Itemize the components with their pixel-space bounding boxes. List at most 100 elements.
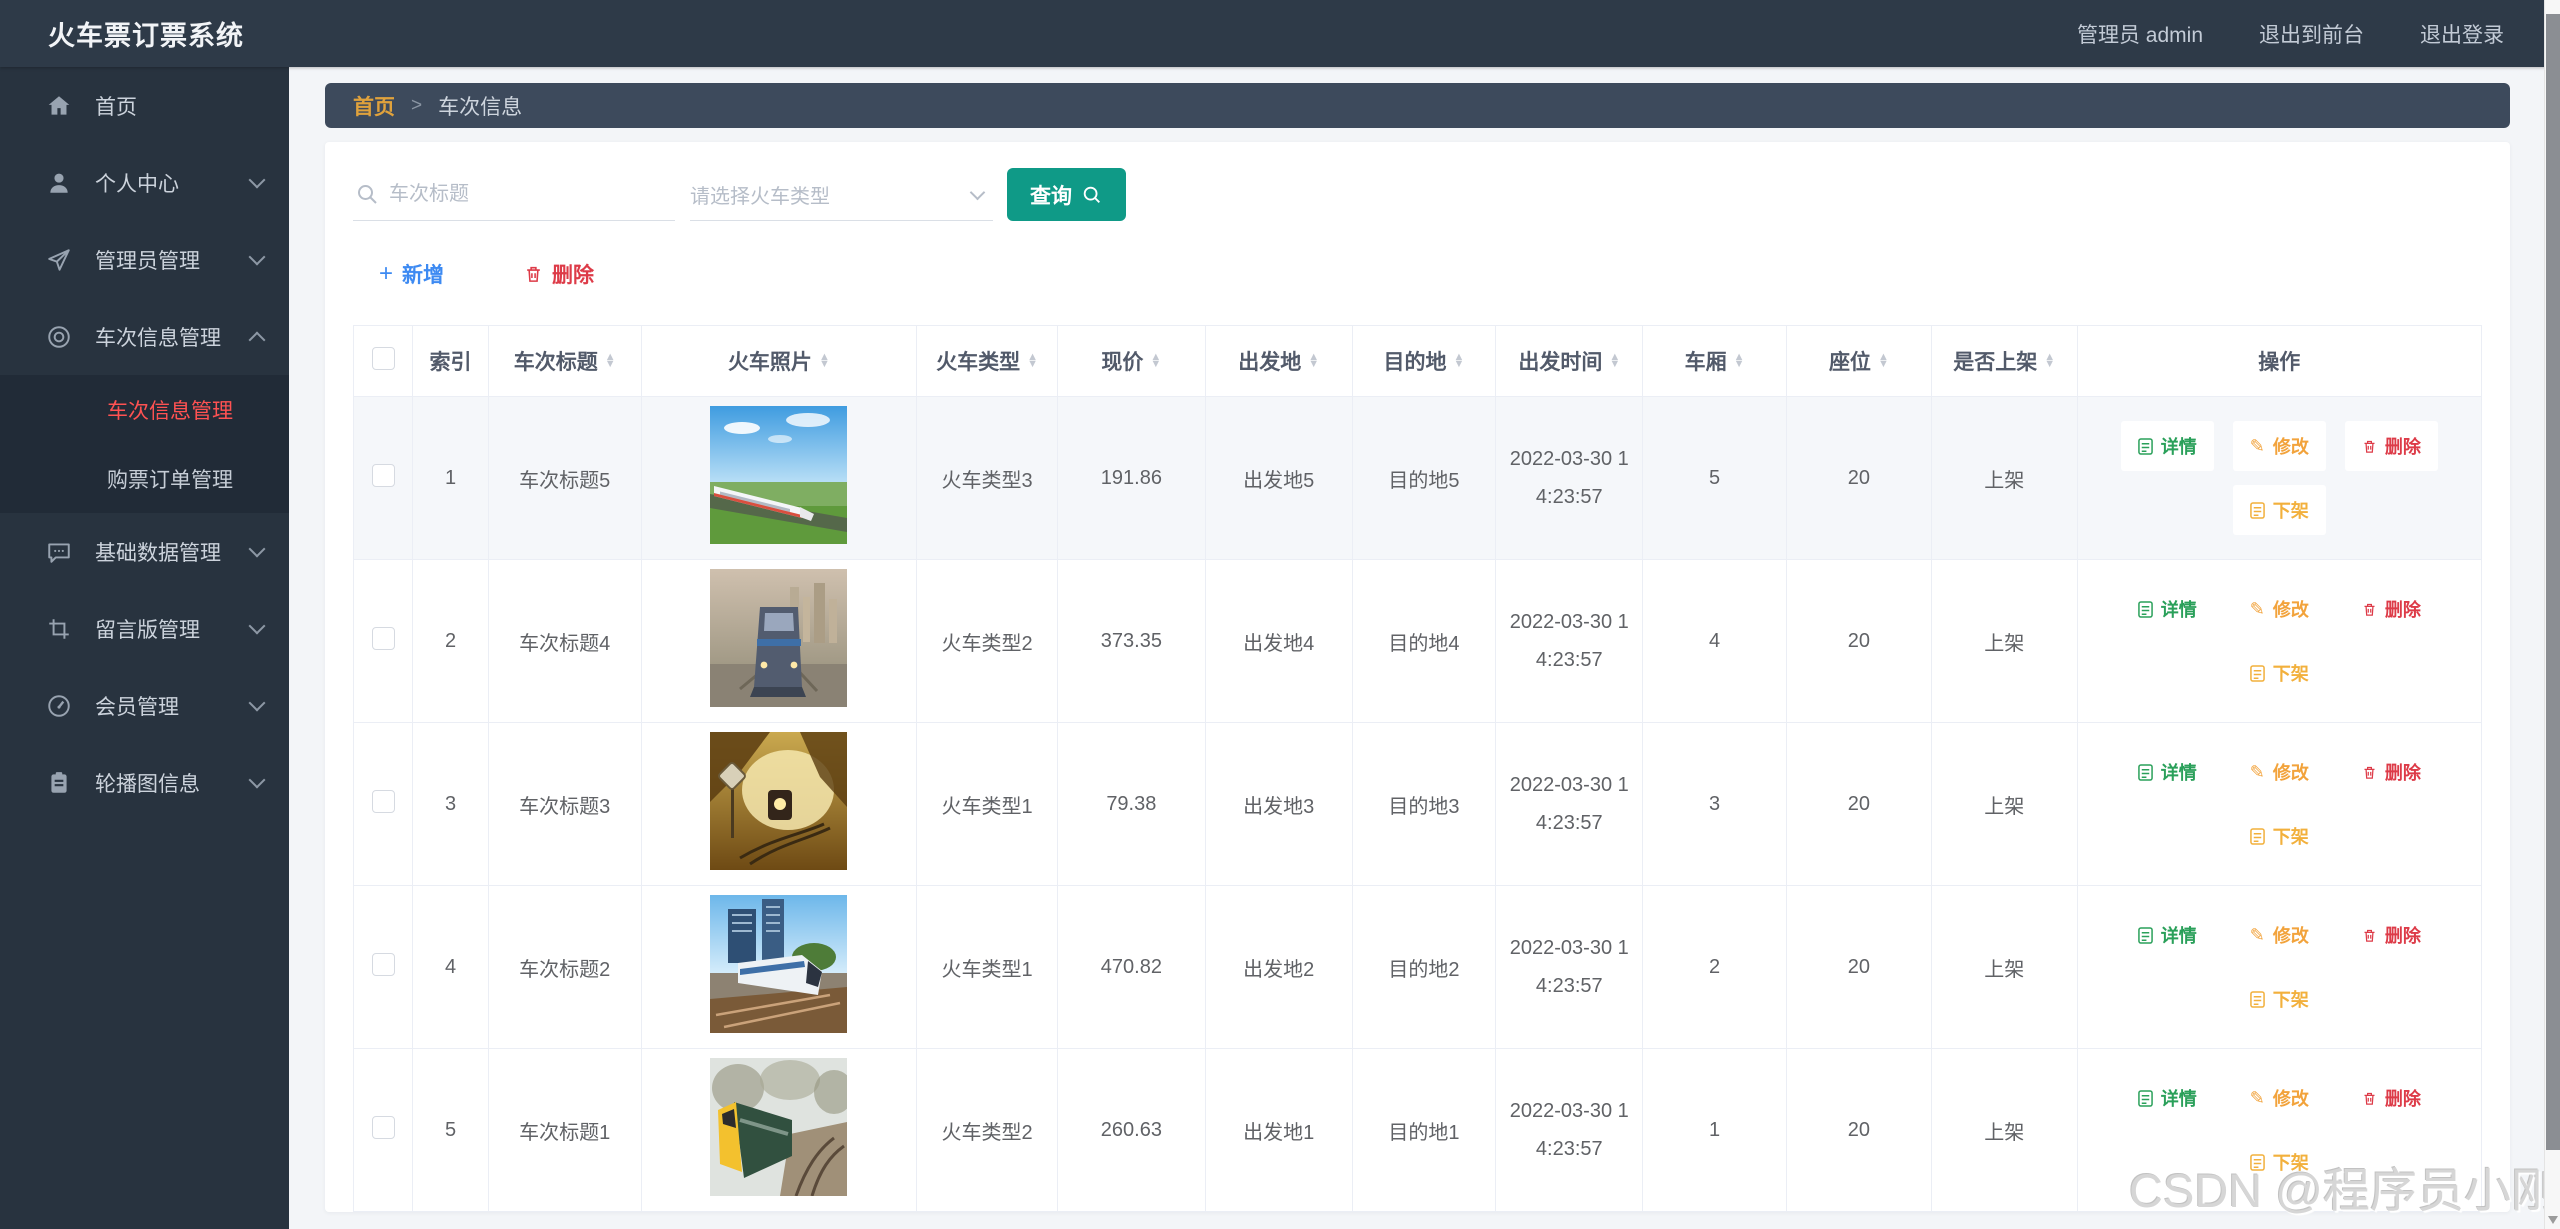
photo-cell <box>640 722 918 886</box>
photo-cell <box>640 885 918 1049</box>
sidebar-item-home[interactable]: 首页 <box>0 67 289 144</box>
row-delete-button[interactable]: 删除 <box>2344 584 2438 634</box>
column-header-price[interactable]: 现价 ▲ ▼ <box>1056 325 1206 397</box>
gauge-icon <box>45 692 73 720</box>
document-icon <box>2137 1089 2153 1107</box>
take-down-button[interactable]: 下架 <box>2232 485 2326 535</box>
query-button[interactable]: 查询 <box>1007 168 1126 221</box>
select-all-checkbox[interactable] <box>371 346 395 370</box>
time-cell: 2022-03-30 1 4:23:57 <box>1495 396 1644 560</box>
crop-icon <box>45 615 73 643</box>
edit-button[interactable]: ✎ 修改 <box>2232 584 2326 634</box>
sort-icon[interactable]: ▲ ▼ <box>1609 352 1620 370</box>
edit-button[interactable]: ✎ 修改 <box>2232 1073 2326 1123</box>
trash-icon <box>527 266 540 282</box>
take-down-button[interactable]: 下架 <box>2232 974 2326 1024</box>
detail-button[interactable]: 详情 <box>2120 584 2214 634</box>
row-checkbox[interactable] <box>371 789 395 813</box>
column-header-type[interactable]: 火车类型 ▲ ▼ <box>916 325 1058 397</box>
index-cell: 1 <box>412 396 489 560</box>
detail-button[interactable]: 详情 <box>2120 910 2214 960</box>
home-icon <box>45 92 73 120</box>
table-row: 4 车次标题2 火车类型1 470.82 出发地2 目的地2 2022-03-3… <box>352 885 2483 1049</box>
logout-link[interactable]: 退出登录 <box>2420 19 2504 49</box>
column-header-index[interactable]: 索引 <box>412 325 489 397</box>
take-down-button[interactable]: 下架 <box>2232 1137 2326 1187</box>
scrollbar-down-arrow-icon[interactable] <box>2548 1216 2558 1224</box>
photo-cell <box>640 559 918 723</box>
train-type-select[interactable]: 请选择火车类型 <box>690 168 993 221</box>
row-checkbox[interactable] <box>371 1115 395 1139</box>
sort-icon[interactable]: ▲ ▼ <box>605 352 616 370</box>
detail-button[interactable]: 详情 <box>2120 421 2214 471</box>
header-links: 管理员 admin 退出到前台 退出登录 <box>2077 19 2504 49</box>
sort-icon[interactable]: ▲ ▼ <box>1454 352 1465 370</box>
row-delete-button[interactable]: 删除 <box>2344 421 2438 471</box>
query-button-label: 查询 <box>1030 184 1072 208</box>
sidebar-item-label: 留言版管理 <box>95 618 200 642</box>
row-checkbox[interactable] <box>371 626 395 650</box>
to-cell: 目的地1 <box>1351 1048 1497 1212</box>
index-cell: 2 <box>412 559 489 723</box>
breadcrumb-home-link[interactable]: 首页 <box>353 91 395 121</box>
column-header-to[interactable]: 目的地 ▲ ▼ <box>1351 325 1497 397</box>
column-header-time[interactable]: 出发时间 ▲ ▼ <box>1495 325 1644 397</box>
sort-icon[interactable]: ▲ ▼ <box>819 352 830 370</box>
column-header-title[interactable]: 车次标题 ▲ ▼ <box>487 325 642 397</box>
sort-icon[interactable]: ▲ ▼ <box>1878 352 1889 370</box>
sidebar-submenu: 车次信息管理 购票订单管理 <box>0 375 289 513</box>
submenu-item-train-info-management[interactable]: 车次信息管理 <box>0 375 289 444</box>
edit-button[interactable]: ✎ 修改 <box>2232 910 2326 960</box>
sidebar-item-admin-management[interactable]: 管理员管理 <box>0 221 289 298</box>
add-button[interactable]: + 新增 <box>379 259 444 289</box>
sort-icon[interactable]: ▲ ▼ <box>1150 352 1161 370</box>
carriage-cell: 2 <box>1642 885 1787 1049</box>
sort-icon[interactable]: ▲ ▼ <box>1734 352 1745 370</box>
delete-button[interactable]: 删除 <box>524 259 594 289</box>
column-header-photo[interactable]: 火车照片 ▲ ▼ <box>640 325 918 397</box>
scrollbar-thumb[interactable] <box>2546 14 2560 1150</box>
breadcrumb-separator: > <box>411 94 423 116</box>
carriage-cell: 4 <box>1642 559 1787 723</box>
sidebar-item-base-data-management[interactable]: 基础数据管理 <box>0 513 289 590</box>
row-checkbox[interactable] <box>371 952 395 976</box>
app-title: 火车票订票系统 <box>48 21 244 51</box>
row-delete-button[interactable]: 删除 <box>2344 910 2438 960</box>
vertical-scrollbar[interactable] <box>2544 0 2560 1229</box>
comment-icon <box>45 538 73 566</box>
sort-icon[interactable]: ▲ ▼ <box>2044 352 2055 370</box>
train-photo <box>710 1058 855 1197</box>
sort-icon[interactable]: ▲ ▼ <box>1308 352 1319 370</box>
chevron-up-icon <box>248 331 266 349</box>
row-delete-button[interactable]: 删除 <box>2344 1073 2438 1123</box>
submenu-item-ticket-order-management[interactable]: 购票订单管理 <box>0 444 289 513</box>
take-down-button[interactable]: 下架 <box>2232 648 2326 698</box>
sidebar-item-personal-center[interactable]: 个人中心 <box>0 144 289 221</box>
price-cell: 191.86 <box>1056 396 1206 560</box>
detail-button[interactable]: 详情 <box>2120 747 2214 797</box>
sidebar-item-label: 轮播图信息 <box>95 772 200 796</box>
sidebar-item-label: 会员管理 <box>95 695 179 719</box>
column-header-status[interactable]: 是否上架 ▲ ▼ <box>1930 325 2078 397</box>
sidebar-item-message-board-management[interactable]: 留言版管理 <box>0 590 289 667</box>
add-button-label: 新增 <box>402 264 445 287</box>
column-header-carriage[interactable]: 车厢 ▲ ▼ <box>1642 325 1787 397</box>
column-header-from[interactable]: 出发地 ▲ ▼ <box>1204 325 1353 397</box>
admin-user-link[interactable]: 管理员 admin <box>2077 19 2203 49</box>
edit-button[interactable]: ✎ 修改 <box>2232 747 2326 797</box>
exit-to-frontend-link[interactable]: 退出到前台 <box>2259 19 2364 49</box>
sidebar-item-train-info-management[interactable]: 车次信息管理 <box>0 298 289 375</box>
time-cell: 2022-03-30 1 4:23:57 <box>1495 1048 1644 1212</box>
column-header-seats[interactable]: 座位 ▲ ▼ <box>1785 325 1932 397</box>
search-icon <box>1083 186 1100 203</box>
sidebar-item-carousel-info[interactable]: 轮播图信息 <box>0 744 289 821</box>
document-icon <box>2249 501 2265 519</box>
row-delete-button[interactable]: 删除 <box>2344 747 2438 797</box>
detail-button[interactable]: 详情 <box>2120 1073 2214 1123</box>
search-input[interactable] <box>353 182 675 206</box>
take-down-button[interactable]: 下架 <box>2232 811 2326 861</box>
sort-icon[interactable]: ▲ ▼ <box>1027 352 1038 370</box>
sidebar-item-member-management[interactable]: 会员管理 <box>0 667 289 744</box>
edit-button[interactable]: ✎ 修改 <box>2232 421 2326 471</box>
row-checkbox[interactable] <box>371 463 395 487</box>
